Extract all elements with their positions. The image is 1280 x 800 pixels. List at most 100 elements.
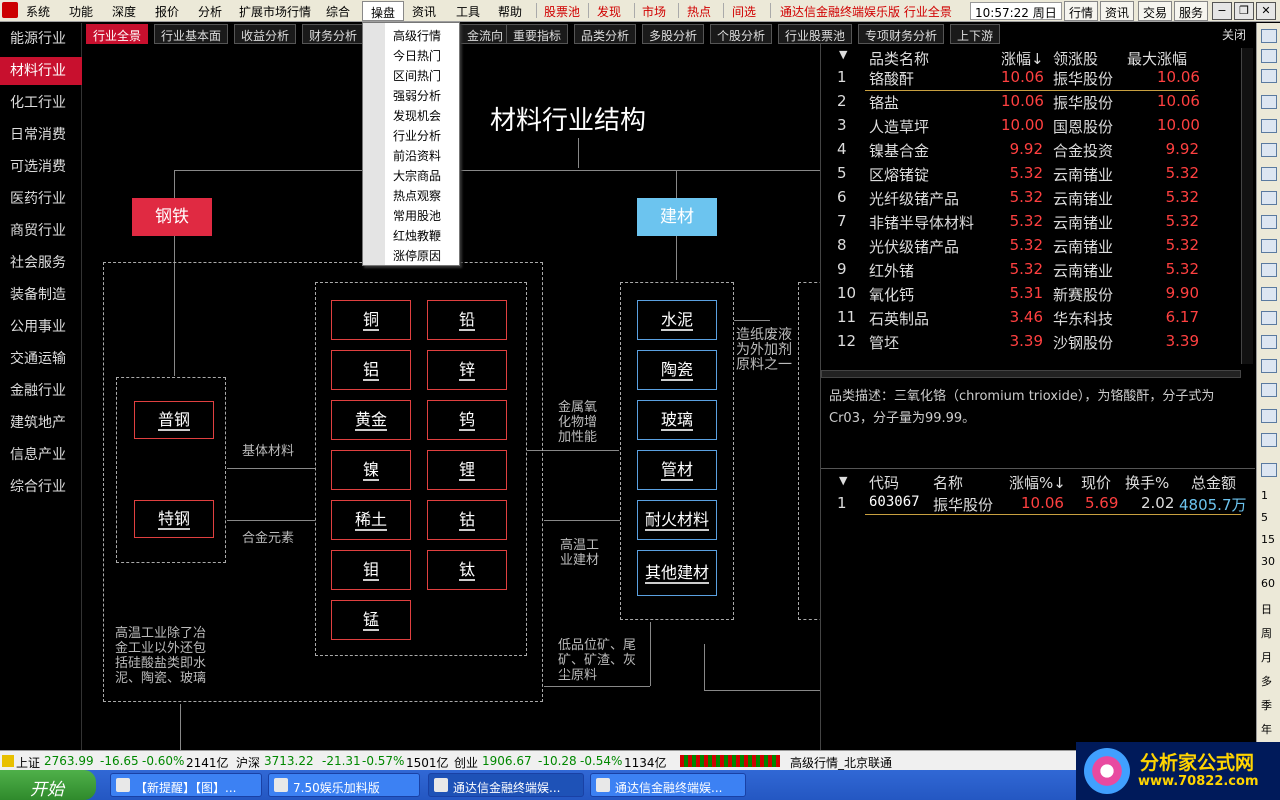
tab-category-analysis[interactable]: 品类分析 [574,24,637,44]
circle-icon[interactable] [1261,335,1277,349]
period-5min[interactable]: 5 [1261,511,1268,524]
col-code[interactable]: 代码 [869,472,899,493]
menu-quote[interactable]: 报价 [155,3,179,20]
chart-icon[interactable] [1261,143,1277,157]
service-button[interactable]: 服务 [1174,1,1209,21]
menu-news[interactable]: 资讯 [412,3,436,20]
node-copper[interactable]: 铜 [331,300,411,340]
dd-today-hot[interactable]: 今日热门 [393,47,441,64]
node-manganese[interactable]: 锰 [331,600,411,640]
dd-range-hot[interactable]: 区间热门 [393,67,441,84]
col-category-name[interactable]: 品类名称 [869,48,929,69]
dd-advanced-quote[interactable]: 高级行情 [393,27,441,44]
dd-common-pool[interactable]: 常用股池 [393,207,441,224]
task-tdx-1[interactable]: 通达信金融终端娱... [428,773,584,797]
sidebar-item-materials[interactable]: 材料行业 [0,57,82,85]
menu-help[interactable]: 帮助 [498,3,522,20]
tab-industry-overview[interactable]: 行业全景 [86,24,149,44]
tab-special-financial[interactable]: 专项财务分析 [858,24,945,44]
menu-comprehensive[interactable]: 综合 [326,3,350,20]
tab-fundamentals[interactable]: 行业基本面 [154,24,229,44]
tab-financial[interactable]: 财务分析 [302,24,365,44]
restore-icon[interactable]: ❐ [1234,2,1254,20]
category-row[interactable]: 4 镍基合金 9.92 合金投资 9.92 [821,140,1241,164]
node-cement[interactable]: 水泥 [637,300,717,340]
node-zinc[interactable]: 锌 [427,350,507,390]
quote-button[interactable]: 行情 [1064,1,1099,21]
horizontal-scrollbar[interactable] [821,370,1241,378]
sidebar-item-daily-consumer[interactable]: 日常消费 [0,121,82,149]
category-row[interactable]: 9 红外锗 5.32 云南锗业 5.32 [821,260,1241,284]
report-icon[interactable] [1261,239,1277,253]
kline-icon[interactable] [1261,167,1277,181]
up-arrow-icon[interactable] [1261,29,1277,43]
dd-red-candle[interactable]: 红烛教鞭 [393,227,441,244]
sidebar-item-composite[interactable]: 综合行业 [0,473,82,501]
category-row[interactable]: 2 铬盐 10.06 振华股份 10.06 [821,92,1241,116]
menu-trading[interactable]: 操盘 [362,1,405,21]
tree-icon[interactable] [1261,383,1277,397]
category-row[interactable]: 12 管坯 3.39 沙钢股份 3.39 [821,332,1241,356]
dd-frontier-info[interactable]: 前沿资料 [393,147,441,164]
category-row[interactable]: 6 光纤级锗产品 5.32 云南锗业 5.32 [821,188,1241,212]
sidebar-item-trade[interactable]: 商贸行业 [0,217,82,245]
dd-hot-watch[interactable]: 热点观察 [393,187,441,204]
col-leader[interactable]: 领涨股 [1053,48,1098,69]
node-other-building[interactable]: 其他建材 [637,550,717,596]
dd-limit-up-reason[interactable]: 涨停原因 [393,247,441,264]
period-year[interactable]: 年 [1261,721,1272,737]
col-change[interactable]: 涨幅↓ [1001,48,1044,69]
node-glass[interactable]: 玻璃 [637,400,717,440]
sidebar-item-equipment[interactable]: 装备制造 [0,281,82,309]
settings-icon[interactable] [1261,359,1277,373]
menu-select[interactable]: 间选 [732,3,756,20]
start-button[interactable]: 开始 [0,770,96,800]
sidebar-item-transport[interactable]: 交通运输 [0,345,82,373]
trade-button[interactable]: 交易 [1138,1,1173,21]
node-aluminum[interactable]: 铝 [331,350,411,390]
node-nickel[interactable]: 镍 [331,450,411,490]
node-titanium[interactable]: 钛 [427,550,507,590]
category-steel[interactable]: 钢铁 [132,198,212,236]
sidebar-item-social-service[interactable]: 社会服务 [0,249,82,277]
export-icon[interactable] [1261,409,1277,423]
node-cobalt[interactable]: 钴 [427,500,507,540]
menu-discover[interactable]: 发现 [597,3,621,20]
node-refractory[interactable]: 耐火材料 [637,500,717,540]
sort-arrow-icon[interactable]: ▼ [839,48,847,61]
minimize-icon[interactable]: − [1212,2,1232,20]
task-tdx-2[interactable]: 通达信金融终端娱... [590,773,746,797]
tab-key-indicators[interactable]: 重要指标 [506,24,569,44]
node-lead[interactable]: 铅 [427,300,507,340]
col-amount[interactable]: 总金额 [1191,472,1236,493]
category-row[interactable]: 10 氧化钙 5.31 新赛股份 9.90 [821,284,1241,308]
close-tab-button[interactable]: 关闭 [1222,26,1246,43]
grid-icon[interactable] [1261,95,1277,109]
table-icon[interactable] [1261,191,1277,205]
category-row[interactable]: 5 区熔锗锭 5.32 云南锗业 5.32 [821,164,1241,188]
sidebar-item-energy[interactable]: 能源行业 [0,25,82,53]
sidebar-item-chemical[interactable]: 化工行业 [0,89,82,117]
formula-icon[interactable] [1261,311,1277,325]
period-day[interactable]: 日 [1261,601,1272,617]
period-month[interactable]: 月 [1261,649,1272,665]
col-stock-change[interactable]: 涨幅%↓ [1009,472,1066,493]
node-special-steel[interactable]: 特钢 [134,500,214,538]
vertical-scrollbar[interactable] [1241,48,1253,364]
close-icon[interactable]: ✕ [1256,2,1276,20]
stock-sort-icon[interactable]: ▼ [839,474,847,487]
period-60min[interactable]: 60 [1261,577,1275,590]
dd-find-opportunity[interactable]: 发现机会 [393,107,441,124]
down-arrow-icon[interactable] [1261,69,1277,83]
category-row[interactable]: 11 石英制品 3.46 华东科技 6.17 [821,308,1241,332]
node-rare-earth[interactable]: 稀土 [331,500,411,540]
category-row[interactable]: 8 光伏级锗产品 5.32 云南锗业 5.32 [821,236,1241,260]
task-browser[interactable]: 【新提醒】【图】... [110,773,262,797]
tab-capital-flow[interactable]: 金流向 [460,24,511,44]
sidebar-item-utilities[interactable]: 公用事业 [0,313,82,341]
doc-icon[interactable] [1261,263,1277,277]
menu-system[interactable]: 系统 [26,3,50,20]
tab-multi-stock[interactable]: 多股分析 [642,24,705,44]
col-turnover[interactable]: 换手% [1125,472,1169,493]
period-quarter[interactable]: 季 [1261,697,1272,713]
